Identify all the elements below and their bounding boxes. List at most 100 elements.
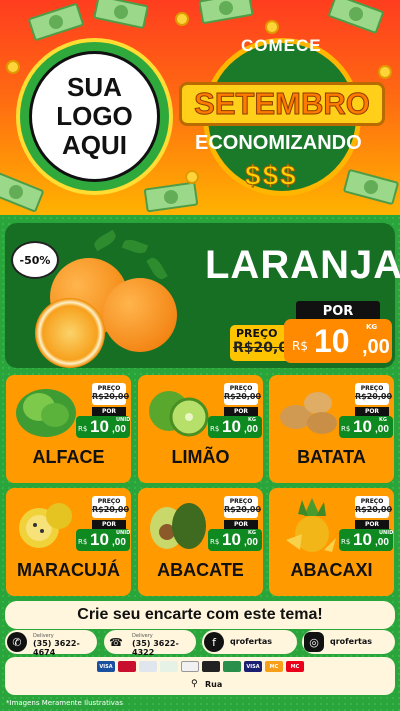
orange-slice-icon [35, 298, 105, 368]
orange-icon [103, 278, 177, 352]
price-unit: KG [366, 323, 378, 331]
money-bill-icon [198, 0, 254, 25]
logo-line: SUA [67, 72, 122, 102]
price-unit: KG [379, 417, 387, 423]
price-integer: 10 [353, 417, 372, 436]
price-decimal: ,00 [112, 424, 126, 435]
price-tag: PREÇO R$20,00 POR R$ 10 UNID ,00 [76, 383, 131, 443]
payment-card-icon [223, 661, 241, 672]
passion-fruit-icon [19, 503, 72, 548]
price-unit: KG [248, 530, 256, 536]
por-label: POR [355, 520, 389, 529]
badge-sub-text: ECONOMIZANDO [195, 132, 362, 154]
phone-contact[interactable]: ☎ Delivery (35) 3622-4322 [104, 630, 196, 657]
facebook-contact[interactable]: f qrofertas [202, 630, 297, 654]
lime-icon [149, 391, 209, 437]
instagram-icon: ◎ [304, 632, 324, 652]
price-unit: UNID [116, 417, 131, 423]
old-price: R$20,00 [92, 505, 130, 514]
old-price: R$20,00 [355, 392, 393, 401]
badge-dollar-symbols: $$$ [245, 160, 298, 192]
facebook-handle: qrofertas [230, 637, 273, 646]
logo-line: AQUI [62, 130, 127, 160]
old-price-label: PREÇO [97, 385, 121, 392]
product-name: ALFACE [32, 447, 105, 467]
whatsapp-number: (35) 3622-4674 [33, 639, 80, 657]
currency: R$ [78, 538, 88, 546]
phone-icon: ☎ [106, 632, 126, 652]
price-integer: 10 [90, 530, 109, 549]
product-card[interactable]: PREÇO R$20,00 POR R$ 10 KG ,00 BATATA [269, 375, 394, 483]
currency: R$ [210, 538, 220, 546]
coin-icon [175, 12, 189, 26]
payment-card-icon [181, 661, 199, 672]
featured-product[interactable]: -50% LARANJA PREÇO R$20,00 POR R$ 10 KG … [5, 223, 400, 368]
whatsapp-icon: ✆ [7, 632, 27, 652]
disclaimer-text: *Imagens Meramente Ilustrativas [6, 699, 123, 707]
por-label: POR [224, 407, 258, 416]
badge-top-text: COMECE [241, 36, 322, 55]
por-label: POR [355, 407, 389, 416]
mastercard-icon: MC [286, 661, 304, 672]
price-decimal: ,00 [244, 424, 258, 435]
price-integer: 10 [222, 417, 241, 436]
payment-card-icon: VISA [97, 661, 115, 672]
leaf-icon [91, 229, 119, 252]
payment-card-icon [160, 661, 178, 672]
price-tag: PREÇO R$20,00 POR R$ 10 KG ,00 [208, 383, 262, 443]
instagram-handle: qrofertas [330, 637, 373, 646]
header-banner: SUA LOGO AQUI COMECE SETEMBRO ECONOMIZAN… [0, 0, 400, 215]
currency: R$ [292, 339, 308, 353]
whatsapp-contact[interactable]: ✆ Delivery (35) 3622-4674 [5, 630, 97, 657]
por-label: POR [92, 407, 126, 416]
product-card[interactable]: PREÇO R$20,00 POR R$ 10 UNID ,00 MARACUJÁ [6, 488, 131, 596]
product-name: ABACATE [157, 560, 244, 580]
payment-card-icon [139, 661, 157, 672]
price-unit: UNID [116, 530, 131, 536]
price-decimal: ,00 [362, 336, 390, 358]
discount-badge: -50% [11, 241, 59, 279]
badge-main-text: SETEMBRO [179, 82, 385, 126]
product-card[interactable]: PREÇO R$20,00 POR R$ 10 UNID ,00 ALFACE [6, 375, 131, 483]
payment-methods: VISA VISA MC MC ⚲ Rua [5, 657, 395, 695]
money-bill-icon [27, 2, 85, 42]
avocado-icon [150, 503, 206, 549]
price-decimal: ,00 [375, 537, 389, 548]
featured-product-name: LARANJA [205, 243, 400, 287]
price-unit: UNID [379, 530, 394, 536]
price-integer: 10 [90, 417, 109, 436]
product-card[interactable]: PREÇO R$20,00 POR R$ 10 UNID ,00 ABACAXI [269, 488, 394, 596]
logo-placeholder: SUA LOGO AQUI [16, 38, 173, 195]
price-tag: PREÇO R$20,00 POR R$ 10 UNID ,00 [76, 496, 131, 556]
product-card[interactable]: PREÇO R$20,00 POR R$ 10 KG ,00 ABACATE [138, 488, 263, 596]
por-label: POR [296, 301, 380, 321]
payment-card-row: VISA VISA MC MC [97, 661, 304, 672]
price-decimal: ,00 [375, 424, 389, 435]
mastercard-icon: MC [265, 661, 283, 672]
instagram-contact[interactable]: ◎ qrofertas [302, 630, 395, 654]
old-price: R$20,00 [92, 392, 130, 401]
leaf-icon [121, 237, 149, 256]
price-box: R$ 10 KG ,00 [284, 319, 392, 363]
currency: R$ [341, 538, 351, 546]
por-label: POR [224, 520, 258, 529]
cta-banner[interactable]: Crie seu encarte com este tema! [5, 601, 395, 629]
payment-card-icon [118, 661, 136, 672]
location-pin-icon: ⚲ [191, 679, 198, 689]
offers-area: -50% LARANJA PREÇO R$20,00 POR R$ 10 KG … [0, 215, 400, 711]
old-price-label: PREÇO [97, 498, 121, 505]
old-price-box: PREÇO R$20,00 [230, 325, 298, 361]
product-name: MARACUJÁ [17, 560, 120, 580]
old-price-label: PREÇO [360, 498, 384, 505]
price-decimal: ,00 [244, 537, 258, 548]
visa-icon: VISA [244, 661, 262, 672]
campaign-badge: COMECE SETEMBRO ECONOMIZANDO $$$ [179, 28, 385, 208]
currency: R$ [78, 425, 88, 433]
price-integer: 10 [314, 323, 350, 359]
money-bill-icon [0, 171, 45, 213]
potato-icon [280, 392, 337, 434]
phone-number: (35) 3622-4322 [132, 639, 179, 657]
product-card[interactable]: PREÇO R$20,00 POR R$ 10 KG ,00 LIMÃO [138, 375, 263, 483]
product-name: BATATA [297, 447, 366, 467]
price-tag: PREÇO R$20,00 POR R$ 10 KG ,00 [208, 496, 262, 556]
